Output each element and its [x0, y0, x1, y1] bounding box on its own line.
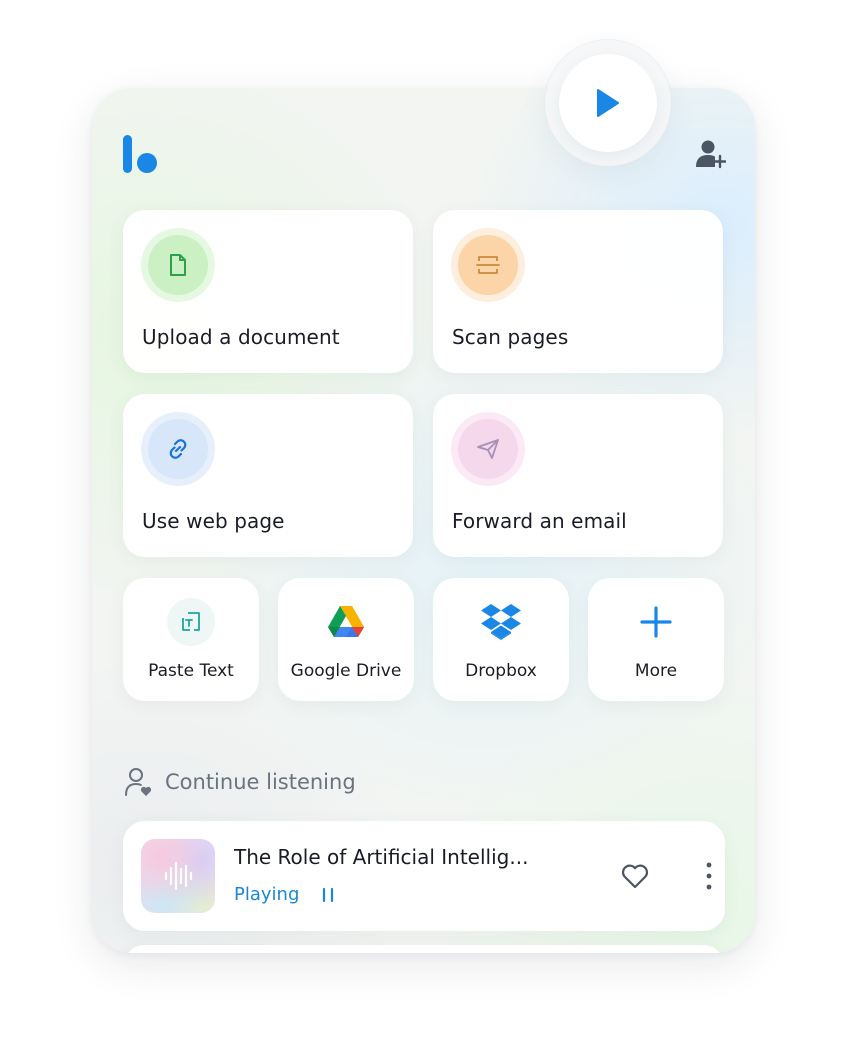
play-button-inner — [559, 54, 657, 152]
paste-text-label: Paste Text — [148, 661, 234, 681]
paste-text-icon — [182, 612, 200, 631]
pause-icon[interactable] — [321, 887, 335, 903]
scan-icon-ring — [451, 228, 525, 302]
track-title: The Role of Artificial Intellig... — [234, 845, 529, 869]
drive-icon-wrap — [278, 598, 414, 646]
scan-pages-card[interactable]: Scan pages — [433, 210, 723, 373]
list-item[interactable]: The Role of Artificial Intellig... Playi… — [123, 821, 725, 931]
dropbox-icon-wrap — [433, 598, 569, 646]
email-icon-ring — [451, 412, 525, 486]
google-drive-card[interactable]: Google Drive — [278, 578, 414, 701]
forward-email-label: Forward an email — [452, 509, 627, 533]
more-card[interactable]: More — [588, 578, 724, 701]
more-label: More — [634, 661, 678, 681]
continue-listening-title: Continue listening — [165, 770, 356, 794]
upload-icon-ring — [141, 228, 215, 302]
paste-icon-wrap — [123, 598, 259, 646]
waveform-icon — [164, 861, 193, 891]
user-heart-icon — [125, 768, 152, 796]
track-thumbnail — [141, 839, 215, 913]
play-icon — [597, 89, 619, 117]
kebab-icon[interactable] — [704, 861, 714, 891]
app-window: Upload a document Scan pages Use web pag… — [92, 88, 755, 953]
use-web-page-card[interactable]: Use web page — [123, 394, 413, 557]
dropbox-card[interactable]: Dropbox — [433, 578, 569, 701]
paste-icon-circle — [167, 598, 215, 646]
paste-text-card[interactable]: Paste Text — [123, 578, 259, 701]
google-drive-label: Google Drive — [290, 661, 402, 681]
web-icon-ring — [141, 412, 215, 486]
document-icon — [170, 254, 186, 276]
more-icon-wrap — [588, 598, 724, 646]
scan-icon-core — [458, 235, 518, 295]
send-icon — [477, 439, 499, 459]
scan-icon — [476, 256, 500, 274]
web-icon-core — [148, 419, 208, 479]
play-button[interactable] — [545, 40, 671, 166]
upload-document-label: Upload a document — [142, 325, 340, 349]
use-web-page-label: Use web page — [142, 509, 285, 533]
plus-icon — [640, 606, 672, 638]
dropbox-icon — [481, 604, 521, 640]
add-user-icon[interactable] — [696, 139, 726, 169]
dropbox-label: Dropbox — [465, 661, 537, 681]
link-icon — [169, 439, 187, 459]
email-icon-core — [458, 419, 518, 479]
google-drive-icon — [328, 606, 364, 637]
continue-listening-header: Continue listening — [125, 766, 356, 798]
forward-email-card[interactable]: Forward an email — [433, 394, 723, 557]
scan-pages-label: Scan pages — [452, 325, 569, 349]
list-item-next[interactable] — [123, 945, 725, 953]
track-status: Playing — [234, 884, 300, 905]
upload-document-card[interactable]: Upload a document — [123, 210, 413, 373]
logo-icon — [123, 135, 157, 173]
heart-icon[interactable] — [620, 861, 650, 891]
upload-icon-core — [148, 235, 208, 295]
